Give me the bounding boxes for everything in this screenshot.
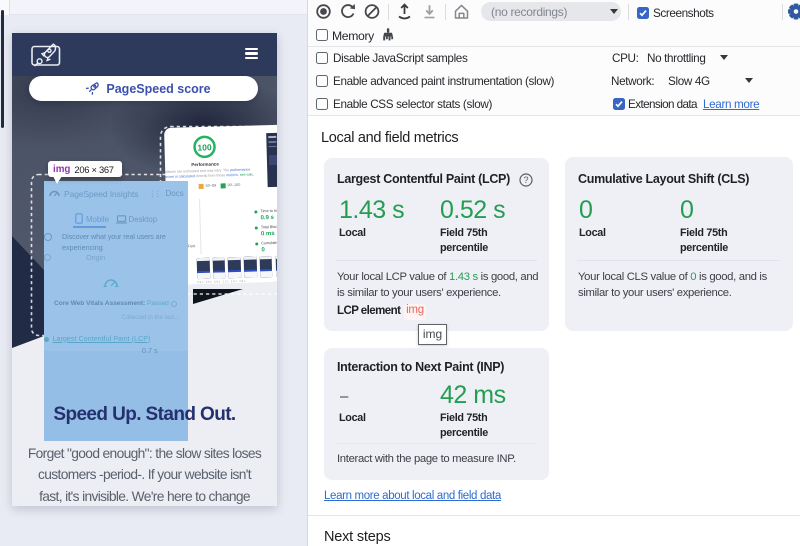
svg-text:?: ? (523, 175, 528, 185)
svg-text:100: 100 (197, 142, 212, 152)
